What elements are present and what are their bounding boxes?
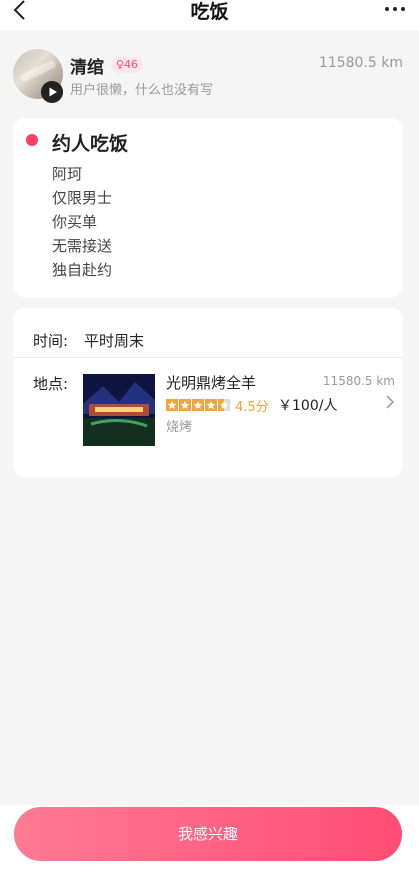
divider (13, 357, 403, 358)
user-bio: 用户很懒，什么也没有写 (70, 83, 214, 98)
shop-distance: 11580.5 km (322, 374, 395, 388)
gender-age-badge: ♀46 (111, 57, 144, 73)
rating-stars (166, 397, 232, 411)
shop-category: 烧烤 (166, 420, 193, 435)
details-card: 时间: 平时周末 地点: 光明鼎烤全羊 11580.5 km 4.5分 ￥100… (13, 308, 403, 477)
price-per-person: ￥100/人 (278, 398, 338, 414)
invite-card: 约人吃饭 阿珂 仅限男士 你买单 无需接送 独自赴约 (13, 118, 403, 297)
invite-line: 你买单 (52, 213, 98, 231)
invite-line: 无需接送 (52, 237, 113, 255)
status-dot-icon (26, 134, 38, 146)
page-title: 吃饭 (190, 1, 229, 23)
navigation-bar: 吃饭 (0, 0, 419, 30)
more-dots-icon[interactable] (383, 0, 407, 18)
time-value: 平时周末 (84, 332, 145, 350)
invite-title: 约人吃饭 (52, 133, 129, 155)
invite-line: 仅限男士 (52, 189, 113, 207)
play-icon[interactable] (41, 81, 63, 103)
invite-line: 独自赴约 (52, 261, 113, 279)
interested-button[interactable]: 我感兴趣 (14, 807, 402, 861)
invite-line: 阿珂 (52, 165, 83, 183)
user-profile[interactable]: 清绾 ♀46 用户很懒，什么也没有写 11580.5 km (0, 30, 419, 108)
shop-name: 光明鼎烤全羊 (166, 374, 257, 392)
shop-thumbnail (83, 374, 155, 446)
place-label: 地点: (33, 375, 69, 393)
bottom-bar: 我感兴趣 (0, 805, 419, 885)
chevron-right-icon[interactable] (385, 395, 395, 409)
time-label: 时间: (33, 332, 69, 350)
user-distance: 11580.5 km (318, 55, 403, 71)
user-name: 清绾 (70, 58, 104, 78)
rating-score: 4.5分 (235, 400, 269, 415)
